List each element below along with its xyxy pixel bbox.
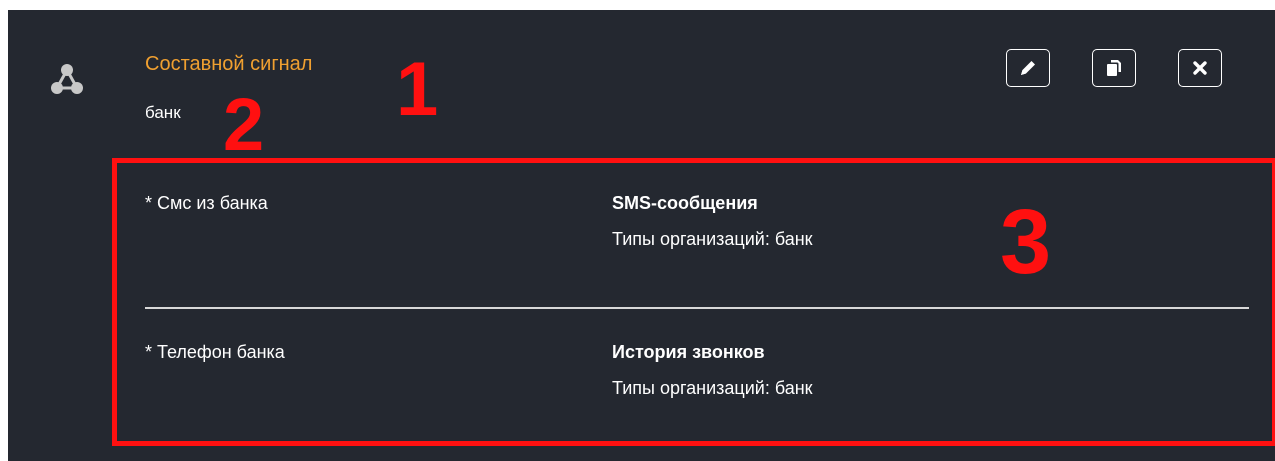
annotation-label-2: 2 (223, 83, 265, 166)
highlight-box-conditions (112, 158, 1275, 446)
copy-button[interactable] (1092, 49, 1136, 87)
signal-subtitle: банк (145, 103, 181, 122)
signal-card: Составной сигнал банк * Смс из банка SMS… (8, 10, 1275, 461)
signal-title[interactable]: Составной сигнал (145, 53, 312, 76)
delete-button[interactable] (1178, 49, 1222, 87)
pencil-icon (1021, 61, 1035, 75)
network-nodes-icon (51, 64, 83, 94)
close-icon (1193, 61, 1207, 75)
copy-icon (1107, 60, 1121, 76)
annotation-label-3: 3 (1000, 191, 1052, 293)
annotation-label-1: 1 (396, 47, 439, 132)
edit-button[interactable] (1006, 49, 1050, 87)
